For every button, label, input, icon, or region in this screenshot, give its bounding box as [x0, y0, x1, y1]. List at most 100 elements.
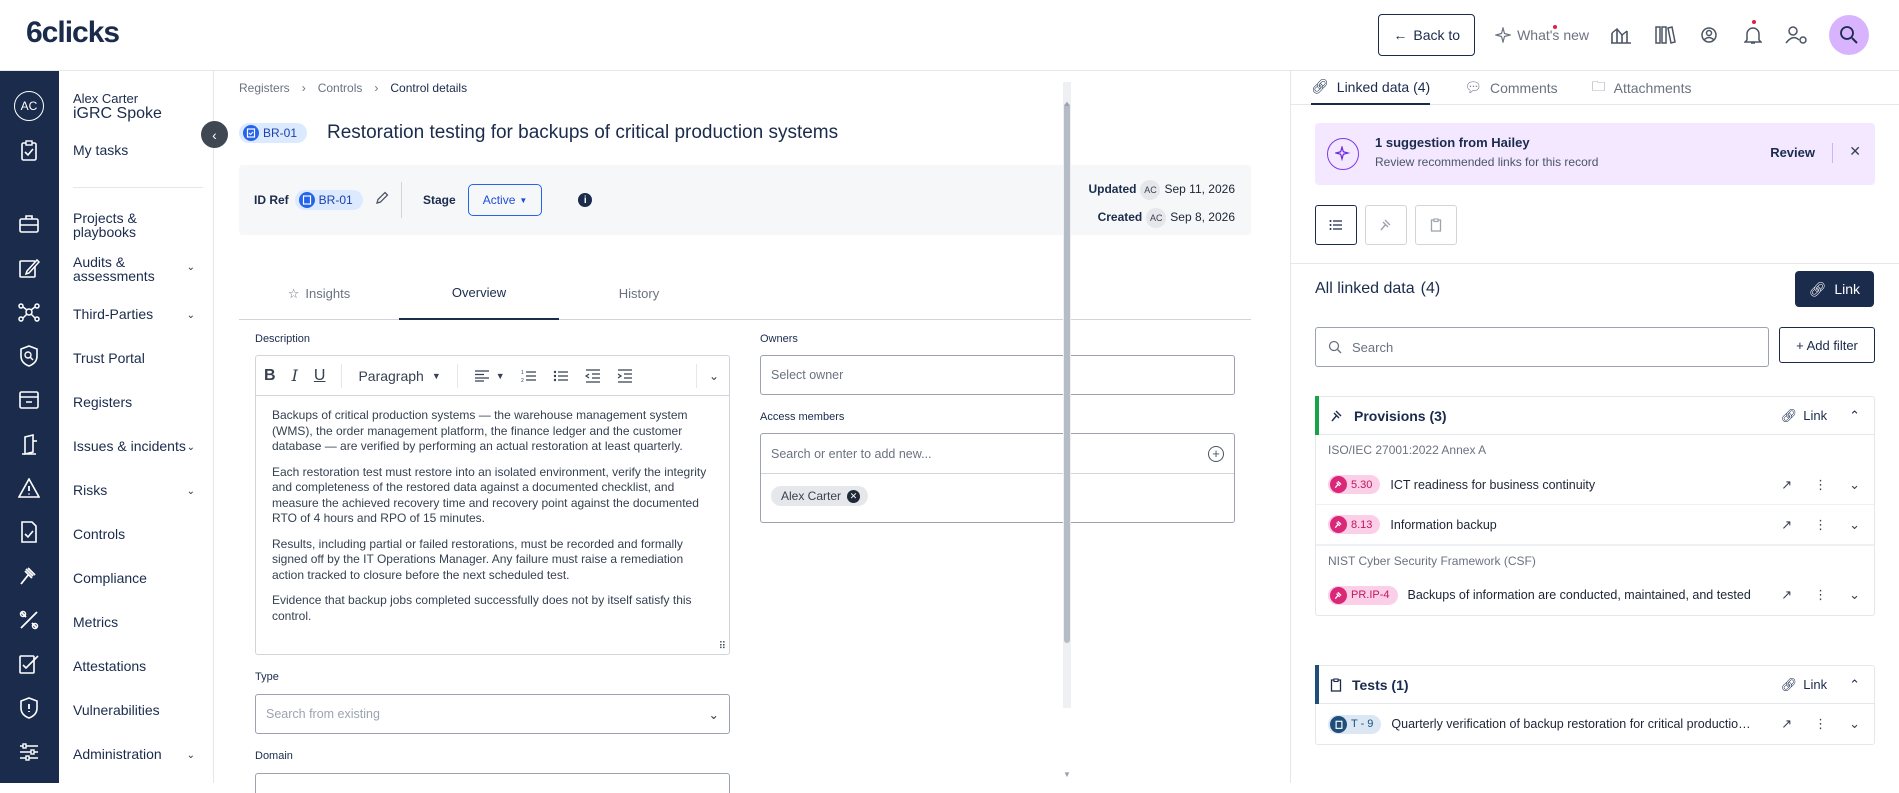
tests-link-button[interactable]: 🔗︎ Link	[1781, 677, 1827, 693]
close-icon[interactable]: ✕	[1849, 143, 1861, 160]
tab-overview[interactable]: Overview	[399, 267, 559, 320]
main-scrollbar-thumb[interactable]	[1064, 103, 1070, 643]
tab-insights[interactable]: ☆ Insights	[239, 267, 399, 320]
linked-search-input[interactable]: Search	[1315, 327, 1769, 367]
nav-my-tasks[interactable]: My tasks	[73, 143, 203, 157]
nav-metrics[interactable]: Metrics	[73, 615, 203, 629]
user-settings-icon[interactable]	[1785, 23, 1809, 47]
domain-select[interactable]	[255, 773, 730, 793]
outdent-icon[interactable]	[584, 368, 601, 383]
shield-search-icon[interactable]	[15, 342, 43, 370]
chevron-up-icon[interactable]: ⌃	[1849, 408, 1860, 424]
type-select[interactable]: Search from existing ⌄	[255, 694, 730, 734]
library-icon[interactable]	[1653, 23, 1677, 47]
bullet-list-icon[interactable]	[553, 369, 569, 383]
gavel-icon[interactable]	[15, 562, 43, 590]
attestation-icon[interactable]	[15, 650, 43, 678]
more-options-icon[interactable]: ⋮	[1814, 716, 1827, 732]
nav-vulnerabilities[interactable]: Vulnerabilities	[73, 703, 203, 717]
briefcase-icon[interactable]	[15, 210, 43, 238]
italic-button[interactable]: I	[292, 366, 298, 385]
remove-member-icon[interactable]: ✕	[847, 489, 861, 503]
vulnerability-shield-icon[interactable]	[15, 694, 43, 722]
register-icon[interactable]	[15, 386, 43, 414]
edit-icon[interactable]	[15, 254, 43, 282]
description-editor[interactable]: B I U Paragraph ▼ ▼ 12 ⌄ Backups of criti…	[255, 355, 730, 655]
more-options-icon[interactable]: ⋮	[1814, 477, 1827, 493]
indent-icon[interactable]	[617, 368, 633, 383]
network-icon[interactable]	[15, 298, 43, 326]
underline-button[interactable]: U	[314, 367, 326, 385]
test-row[interactable]: T - 9 Quarterly verification of backup r…	[1316, 704, 1874, 744]
provisions-link-button[interactable]: 🔗︎ Link	[1781, 408, 1827, 424]
chevron-down-icon[interactable]: ⌄	[1849, 716, 1860, 732]
chevron-up-icon[interactable]: ⌃	[1849, 677, 1860, 693]
user-avatar[interactable]: AC	[14, 91, 44, 121]
scroll-down-icon[interactable]: ▼	[1063, 770, 1071, 779]
breadcrumb-registers[interactable]: Registers	[239, 81, 290, 95]
assistant-avatar[interactable]	[1829, 15, 1869, 55]
align-dropdown[interactable]: ▼	[474, 369, 505, 382]
chevron-down-icon[interactable]: ⌄	[1849, 587, 1860, 603]
numbered-list-icon[interactable]: 12	[521, 369, 537, 383]
nav-trust-portal[interactable]: Trust Portal	[73, 351, 203, 365]
resize-handle-icon[interactable]: ⠿	[719, 641, 726, 652]
more-tools-chevron-icon[interactable]: ⌄	[709, 369, 719, 383]
open-external-icon[interactable]: ↗	[1781, 517, 1792, 533]
nav-administration[interactable]: Administration ⌄	[73, 747, 203, 761]
review-button[interactable]: Review	[1770, 145, 1815, 160]
tab-history[interactable]: History	[559, 267, 719, 320]
app-logo[interactable]: 6clicks	[26, 16, 120, 50]
provisions-header[interactable]: Provisions (3) 🔗︎ Link ⌃	[1315, 396, 1874, 435]
open-external-icon[interactable]: ↗	[1781, 477, 1792, 493]
breadcrumb-controls[interactable]: Controls	[318, 81, 363, 95]
incident-icon[interactable]	[15, 430, 43, 458]
tab-comments[interactable]: 💬︎ Comments	[1464, 71, 1557, 105]
support-icon[interactable]	[1697, 23, 1721, 47]
list-view-button[interactable]	[1315, 205, 1357, 245]
provision-row[interactable]: 5.30 ICT readiness for business continui…	[1316, 465, 1874, 505]
paragraph-style-dropdown[interactable]: Paragraph ▼	[358, 368, 440, 384]
nav-third-parties[interactable]: Third-Parties ⌄	[73, 307, 203, 321]
open-external-icon[interactable]: ↗	[1781, 716, 1792, 732]
nav-compliance[interactable]: Compliance	[73, 571, 203, 585]
add-circle-icon[interactable]: +	[1208, 445, 1224, 462]
bold-button[interactable]: B	[264, 367, 276, 385]
controls-icon[interactable]	[15, 518, 43, 546]
sliders-icon[interactable]	[15, 738, 43, 766]
tab-linked-data[interactable]: 🔗︎ Linked data (4)	[1311, 71, 1431, 105]
back-button[interactable]: ← Back to	[1378, 14, 1476, 56]
bell-icon[interactable]	[1741, 20, 1765, 47]
tests-header[interactable]: Tests (1) 🔗︎ Link ⌃	[1315, 665, 1874, 704]
chevron-down-icon[interactable]: ⌄	[1849, 477, 1860, 493]
nav-audits-assessments[interactable]: Audits & assessments ⌄	[73, 255, 203, 283]
provisions-view-button[interactable]	[1365, 205, 1407, 245]
link-button[interactable]: 🔗︎ Link	[1794, 271, 1874, 307]
chevron-down-icon[interactable]: ⌄	[1849, 517, 1860, 533]
pencil-icon[interactable]	[375, 191, 389, 210]
whats-new-button[interactable]: What's new	[1495, 25, 1589, 43]
nav-issues-incidents[interactable]: Issues & incidents ⌄	[73, 439, 203, 453]
nav-registers[interactable]: Registers	[73, 395, 203, 409]
tab-attachments[interactable]: 🗀 Attachments	[1592, 71, 1692, 105]
org-name[interactable]: iGRC Spoke	[73, 105, 162, 123]
stage-dropdown[interactable]: Active ▼	[467, 184, 543, 216]
analytics-icon[interactable]	[1609, 23, 1633, 47]
info-icon[interactable]: i	[578, 193, 593, 207]
nav-controls[interactable]: Controls	[73, 527, 203, 541]
provision-row[interactable]: PR.IP-4 Backups of information are condu…	[1316, 575, 1874, 615]
nav-attestations[interactable]: Attestations	[73, 659, 203, 673]
more-options-icon[interactable]: ⋮	[1814, 587, 1827, 603]
tasks-icon[interactable]	[15, 137, 43, 165]
provision-row[interactable]: 8.13 Information backup ↗ ⋮ ⌄	[1316, 505, 1874, 545]
metrics-tools-icon[interactable]	[15, 606, 43, 634]
access-search-input[interactable]: Search or enter to add new... +	[761, 434, 1234, 474]
risk-warning-icon[interactable]	[15, 474, 43, 502]
collapse-nav-button[interactable]: ‹	[201, 121, 228, 148]
nav-risks[interactable]: Risks ⌄	[73, 483, 203, 497]
tests-view-button[interactable]	[1415, 205, 1457, 245]
more-options-icon[interactable]: ⋮	[1814, 517, 1827, 533]
nav-projects-playbooks[interactable]: Projects & playbooks	[73, 211, 173, 239]
open-external-icon[interactable]: ↗	[1781, 587, 1792, 603]
add-filter-button[interactable]: + Add filter	[1779, 327, 1875, 363]
